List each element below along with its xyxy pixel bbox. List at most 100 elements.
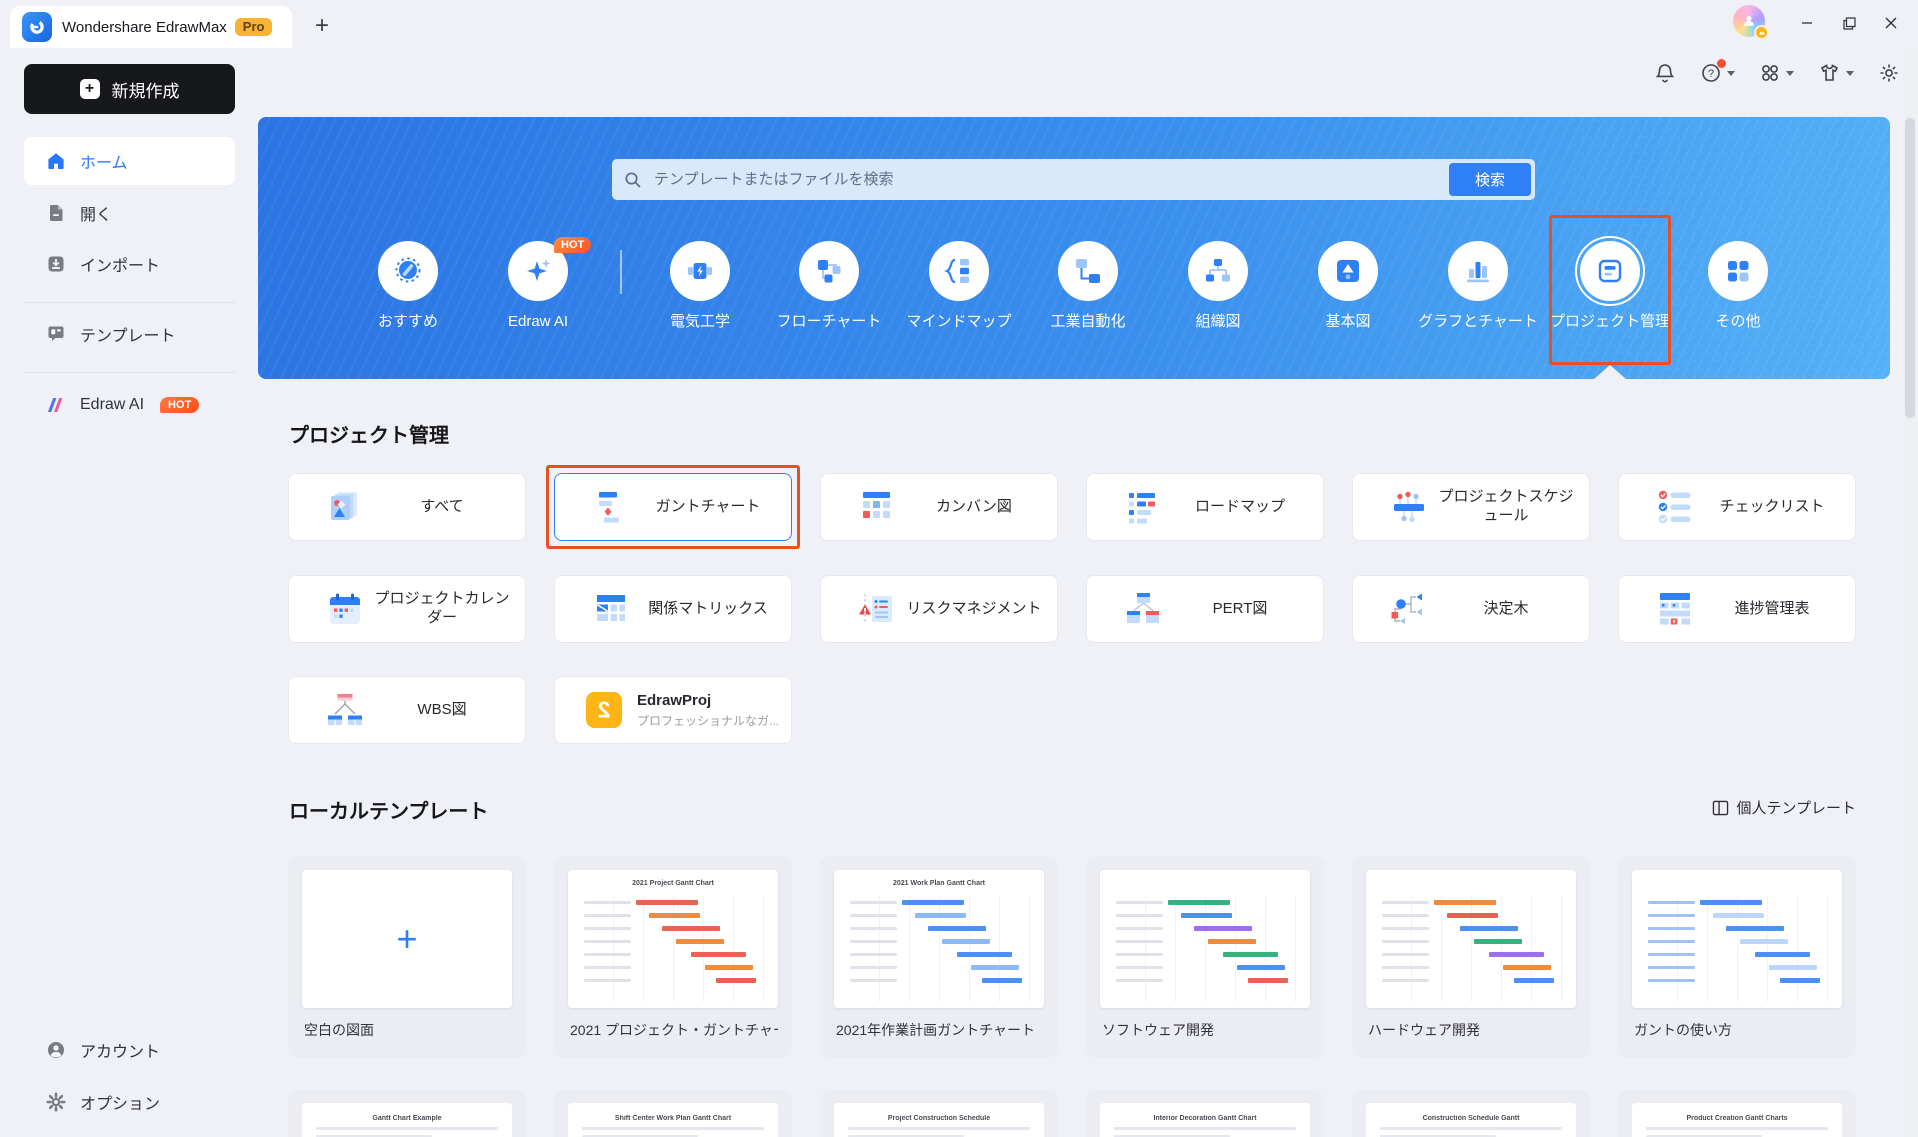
checklist-icon (1655, 489, 1699, 525)
home-icon (46, 151, 66, 171)
category-others[interactable]: その他 (1672, 241, 1804, 332)
template-type-progress-table[interactable]: 進捗管理表 (1618, 575, 1856, 643)
sidebar-item-open[interactable]: 開く (24, 189, 235, 237)
gantt-chart-icon (591, 489, 635, 525)
sidebar-item-label: オプション (80, 1096, 161, 1113)
template-interior-decoration-gantt[interactable]: Interior Decoration Gantt Chart (1086, 1090, 1324, 1137)
others-grid-icon (1708, 241, 1768, 301)
template-gantt-chart-example[interactable]: Gantt Chart Example (288, 1090, 526, 1137)
template-bubble-icon (46, 324, 66, 344)
template-type-relationship-matrix[interactable]: 関係マトリックス (554, 575, 792, 643)
settings-gear-icon[interactable] (1878, 62, 1900, 84)
edrawproj-logo-icon: 2 (585, 691, 623, 729)
template-product-creation-gantt[interactable]: Product Creation Gantt Charts (1618, 1090, 1856, 1137)
template-type-wbs[interactable]: WBS図 (288, 676, 526, 744)
category-mindmap[interactable]: マインドマップ (893, 241, 1025, 332)
user-avatar[interactable] (1733, 5, 1769, 40)
app-title: Wondershare EdrawMax (62, 18, 227, 36)
category-edraw-ai[interactable]: HOT Edraw AI (472, 237, 604, 332)
progress-table-icon (1655, 591, 1699, 627)
titlebar: Wondershare EdrawMax Pro + (0, 0, 1918, 48)
template-project-construction-schedule[interactable]: Project Construction Schedule (820, 1090, 1058, 1137)
close-button[interactable] (1870, 1, 1912, 45)
sidebar-item-account[interactable]: アカウント (24, 1026, 235, 1074)
account-icon (46, 1040, 66, 1060)
template-thumbnail: Product Creation Gantt Charts (1632, 1103, 1842, 1137)
basic-diagram-icon (1318, 241, 1378, 301)
sidebar-divider (24, 372, 235, 373)
top-actions: ? (1654, 59, 1900, 84)
template-type-project-schedule[interactable]: プロジェクトスケジュール (1352, 473, 1590, 541)
sidebar-item-home[interactable]: ホーム (24, 137, 235, 185)
template-type-risk-management[interactable]: リスクマネジメント (820, 575, 1058, 643)
category-graphs-charts[interactable]: グラフとチャート (1412, 241, 1544, 332)
category-project-management[interactable]: プロジェクト管理 (1544, 215, 1676, 365)
restore-button[interactable] (1828, 1, 1870, 45)
recommended-badge-icon (378, 241, 438, 301)
template-shift-center-gantt[interactable]: Shift Center Work Plan Gantt Chart (554, 1090, 792, 1137)
sidebar-item-label: インポート (80, 258, 161, 275)
decision-tree-icon (1389, 591, 1433, 627)
svg-text:?: ? (1708, 68, 1714, 80)
template-type-edrawproj[interactable]: 2 EdrawProj プロフェッショナルなガ... (554, 676, 792, 744)
template-2021-project-gantt[interactable]: 2021 Project Gantt Chart 2021 プロジェクト・ガント… (554, 856, 792, 1058)
template-software-development[interactable]: ソフトウェア開発 (1086, 856, 1324, 1058)
chevron-down-icon (1727, 70, 1735, 76)
template-type-all[interactable]: すべて (288, 473, 526, 541)
browser-tab[interactable]: Wondershare EdrawMax Pro (10, 6, 292, 48)
sidebar-item-import[interactable]: インポート (24, 240, 235, 288)
new-button-label: 新規作成 (111, 81, 180, 101)
template-construction-schedule-gantt[interactable]: Construction Schedule Gantt (1352, 1090, 1590, 1137)
template-thumbnail: Construction Schedule Gantt (1366, 1103, 1576, 1137)
template-type-checklist[interactable]: チェックリスト (1618, 473, 1856, 541)
template-type-pert[interactable]: PERT図 (1086, 575, 1324, 643)
person-icon (1744, 16, 1754, 26)
notifications-bell-icon[interactable] (1654, 62, 1676, 84)
vertical-scrollbar[interactable] (1902, 48, 1918, 1137)
help-menu[interactable]: ? (1700, 59, 1735, 84)
template-thumbnail: 2021 Work Plan Gantt Chart (834, 870, 1044, 1008)
apps-menu[interactable] (1759, 62, 1794, 84)
template-blank-document[interactable]: + 空白の図面 (288, 856, 526, 1058)
flowchart-icon (799, 241, 859, 301)
category-industrial-automation[interactable]: 工業自動化 (1022, 241, 1154, 332)
minimize-button[interactable] (1786, 1, 1828, 45)
new-document-button[interactable]: + 新規作成 (24, 64, 235, 114)
category-flowchart[interactable]: フローチャート (763, 241, 895, 332)
template-hardware-development[interactable]: ハードウェア開発 (1352, 856, 1590, 1058)
search-button[interactable]: 検索 (1449, 163, 1531, 196)
project-schedule-icon (1389, 489, 1433, 525)
template-2021-work-plan-gantt[interactable]: 2021 Work Plan Gantt Chart 2021年作業計画ガントチ… (820, 856, 1058, 1058)
category-electrical[interactable]: 電気工学 (634, 241, 766, 332)
template-type-project-calendar[interactable]: プロジェクトカレンダー (288, 575, 526, 643)
plus-icon: + (396, 918, 418, 959)
roadmap-icon (1123, 489, 1167, 525)
template-how-to-use-gantt[interactable]: ガントの使い方 (1618, 856, 1856, 1058)
template-thumbnail: + (302, 870, 512, 1008)
search-icon (625, 171, 641, 188)
category-org-chart[interactable]: 組織図 (1152, 241, 1284, 332)
personal-templates-link[interactable]: 個人テンプレート (1712, 797, 1856, 818)
template-type-gantt-chart[interactable]: ガントチャート (554, 473, 792, 541)
new-tab-button[interactable]: + (306, 10, 338, 42)
section-title-local-templates: ローカルテンプレート (289, 801, 489, 823)
all-templates-icon (325, 489, 369, 525)
edraw-ai-icon (46, 395, 66, 415)
hot-badge: HOT (554, 237, 592, 253)
template-type-roadmap[interactable]: ロードマップ (1086, 473, 1324, 541)
sidebar-item-edraw-ai[interactable]: Edraw AI HOT (24, 381, 235, 429)
scrollbar-thumb[interactable] (1905, 118, 1915, 418)
sidebar-item-label: テンプレート (80, 328, 176, 345)
edrawmax-logo-icon (22, 12, 52, 42)
sidebar-item-options[interactable]: オプション (24, 1078, 235, 1126)
theme-menu[interactable] (1818, 62, 1854, 84)
template-thumbnail (1366, 870, 1576, 1008)
template-type-decision-tree[interactable]: 決定木 (1352, 575, 1590, 643)
bar-chart-icon (1448, 241, 1508, 301)
search-bar: 検索 (612, 159, 1535, 200)
search-input[interactable] (612, 159, 1535, 200)
category-basic-diagram[interactable]: 基本図 (1282, 241, 1414, 332)
category-recommended[interactable]: おすすめ (342, 241, 474, 332)
template-type-kanban[interactable]: カンバン図 (820, 473, 1058, 541)
sidebar-item-templates[interactable]: テンプレート (24, 310, 235, 358)
